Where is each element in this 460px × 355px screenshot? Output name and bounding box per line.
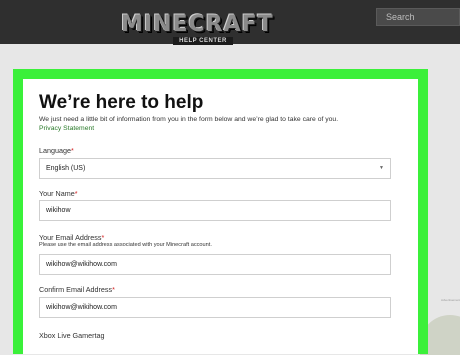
confirm-email-input[interactable]: wikihow@wikihow.com: [39, 297, 391, 318]
required-marker: *: [112, 285, 115, 294]
language-label-text: Language: [39, 146, 71, 155]
search-input[interactable]: Search: [376, 8, 460, 26]
required-marker: *: [70, 146, 74, 155]
logo-wordmark: MINECRAFT: [121, 12, 274, 37]
privacy-statement-link[interactable]: Privacy Statement: [39, 124, 129, 134]
email-input[interactable]: wikihow@wikihow.com: [39, 254, 391, 275]
name-label-text: Your Name: [39, 189, 75, 198]
language-select[interactable]: English (US) ▼: [39, 158, 391, 179]
required-marker: *: [74, 189, 78, 198]
page-title: We’re here to help: [39, 92, 204, 113]
chevron-down-icon: ▼: [379, 165, 384, 171]
top-navigation-bar: MINECRAFT HELP CENTER Search: [0, 0, 460, 45]
confirm-email-label-text: Confirm Email Address: [39, 285, 113, 294]
logo-subtitle: HELP CENTER: [173, 37, 233, 45]
language-label: Language*: [39, 146, 389, 156]
gamertag-label: Xbox Live Gamertag: [39, 331, 105, 340]
confirm-email-label: Confirm Email Address*: [39, 285, 389, 295]
minecraft-help-center-logo[interactable]: MINECRAFT HELP CENTER: [121, 12, 283, 45]
name-label: Your Name*: [39, 189, 389, 199]
name-input[interactable]: wikihow: [39, 200, 391, 221]
language-select-value: English (US): [46, 165, 86, 172]
contact-form: We’re here to help We just need a little…: [23, 79, 418, 345]
email-helper-text: Please use the email address associated …: [39, 242, 212, 248]
